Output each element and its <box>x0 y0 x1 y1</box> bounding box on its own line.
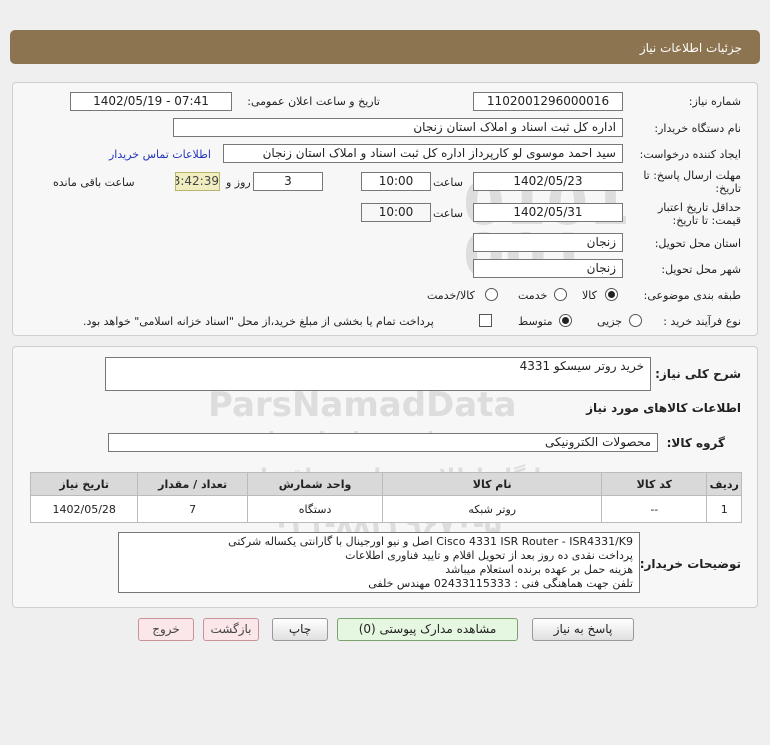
col-header-unit: واحد شمارش <box>246 472 384 496</box>
category-option-goods-service-label: کالا/خدمت <box>427 289 475 302</box>
goods-table: ردیف کد کالا نام کالا واحد شمارش تعداد /… <box>29 472 742 523</box>
category-radio-service[interactable] <box>554 288 567 301</box>
buyer-notes-box: Cisco 4331 ISR Router - ISR4331/K9 اصل و… <box>118 532 640 593</box>
buyer-notes-label: توضیحات خریدار: <box>639 557 741 571</box>
goods-group-field: محصولات الکترونیکی <box>108 433 658 452</box>
category-option-goods-label: کالا <box>582 289 597 302</box>
buyer-note-line: هزینه حمل بر عهده برنده استعلام میباشد <box>445 563 633 576</box>
announce-datetime-label: تاریخ و ساعت اعلان عمومی: <box>247 95 380 108</box>
days-remaining-field: 3 <box>253 172 323 191</box>
goods-info-title: اطلاعات کالاهای مورد نیاز <box>586 401 741 415</box>
validity-time-field: 10:00 <box>361 203 431 222</box>
goods-group-label: گروه کالا: <box>666 436 725 450</box>
deadline-label: مهلت ارسال پاسخ: تا تاریخ: <box>643 169 741 195</box>
province-label: استان محل تحویل: <box>654 237 741 250</box>
announce-datetime-field: 1402/05/19 - 07:41 <box>70 92 232 111</box>
col-header-item-name: نام کالا <box>382 472 603 496</box>
validity-label-line2: قیمت: تا تاریخ: <box>672 214 741 227</box>
view-attachments-button[interactable]: مشاهده مدارک پیوستی (0) <box>337 618 518 641</box>
need-number-label: شماره نیاز: <box>688 95 741 108</box>
buyer-org-label: نام دستگاه خریدار: <box>654 122 741 135</box>
days-label: روز و <box>226 176 251 189</box>
deadline-date-field: 1402/05/23 <box>473 172 623 191</box>
cell-item-code: -- <box>601 495 708 523</box>
buyer-note-line: پرداخت نقدی ده روز بعد از تحویل اقلام و … <box>345 549 633 562</box>
category-radio-goods[interactable] <box>605 288 618 301</box>
need-info-panel: 0101001 شماره نیاز: 1102001296000016 تار… <box>12 82 758 336</box>
treasury-payment-note: پرداخت تمام یا بخشی از مبلغ خرید،از محل … <box>83 315 434 328</box>
cell-quantity: 7 <box>137 495 248 523</box>
city-label: شهر محل تحویل: <box>661 263 741 276</box>
need-number-field: 1102001296000016 <box>473 92 623 111</box>
exit-button[interactable]: خروج <box>138 618 194 641</box>
deadline-label-line2: تاریخ: <box>715 182 741 195</box>
creator-field: سید احمد موسوی لو کارپرداز اداره کل ثبت … <box>223 144 623 163</box>
process-option-medium-label: متوسط <box>518 315 553 328</box>
validity-time-label: ساعت <box>433 207 463 220</box>
category-option-service-label: خدمت <box>518 289 548 302</box>
page-title: جزئیات اطلاعات نیاز <box>639 41 742 55</box>
validity-label: حداقل تاریخ اعتبار قیمت: تا تاریخ: <box>658 201 741 227</box>
reply-button[interactable]: پاسخ به نیاز <box>532 618 634 641</box>
need-summary-field: خرید روتر سیسکو 4331 <box>105 357 651 391</box>
validity-date-field: 1402/05/31 <box>473 203 623 222</box>
cell-item-name: روتر شبکه <box>382 495 603 523</box>
col-header-row-number: ردیف <box>706 472 742 496</box>
back-button[interactable]: بازگشت <box>203 618 259 641</box>
print-button[interactable]: چاپ <box>272 618 328 641</box>
creator-label: ایجاد کننده درخواست: <box>639 148 741 161</box>
process-type-label: نوع فرآیند خرید : <box>663 315 741 328</box>
province-field: زنجان <box>473 233 623 252</box>
treasury-payment-checkbox[interactable] <box>479 314 492 327</box>
page-header: جزئیات اطلاعات نیاز <box>10 30 760 64</box>
deadline-time-label: ساعت <box>433 176 463 189</box>
deadline-label-line1: مهلت ارسال پاسخ: تا <box>643 169 741 182</box>
process-radio-medium[interactable] <box>559 314 572 327</box>
deadline-time-field: 10:00 <box>361 172 431 191</box>
buyer-note-line: تلفن جهت هماهنگی فنی : 02433115333 مهندس… <box>368 577 633 590</box>
table-row: 1 -- روتر شبکه دستگاه 7 1402/05/28 <box>29 495 742 523</box>
col-header-quantity: تعداد / مقدار <box>137 472 248 496</box>
buyer-contact-link[interactable]: اطلاعات تماس خریدار <box>109 148 211 161</box>
buyer-note-line: Cisco 4331 ISR Router - ISR4331/K9 اصل و… <box>228 535 633 548</box>
remaining-time-field: 23:42:39 <box>175 172 220 191</box>
col-header-need-date: تاریخ نیاز <box>29 472 139 496</box>
city-field: زنجان <box>473 259 623 278</box>
col-header-item-code: کد کالا <box>601 472 708 496</box>
category-radio-goods-service[interactable] <box>485 288 498 301</box>
watermark-brand: ParsNamadData <box>208 385 517 425</box>
need-summary-label: شرح کلی نیاز: <box>655 367 741 381</box>
process-option-minor-label: جزیی <box>597 315 623 328</box>
validity-label-line1: حداقل تاریخ اعتبار <box>657 201 741 214</box>
buyer-org-field: اداره کل ثبت اسناد و املاک استان زنجان <box>173 118 623 137</box>
cell-unit: دستگاه <box>246 495 384 523</box>
category-label: طبقه بندی موضوعی: <box>643 289 741 302</box>
cell-row-number: 1 <box>706 495 742 523</box>
cell-need-date: 1402/05/28 <box>29 495 139 523</box>
process-radio-minor[interactable] <box>629 314 642 327</box>
goods-table-header-row: ردیف کد کالا نام کالا واحد شمارش تعداد /… <box>29 472 742 496</box>
remaining-time-label: ساعت باقی مانده <box>53 176 135 189</box>
